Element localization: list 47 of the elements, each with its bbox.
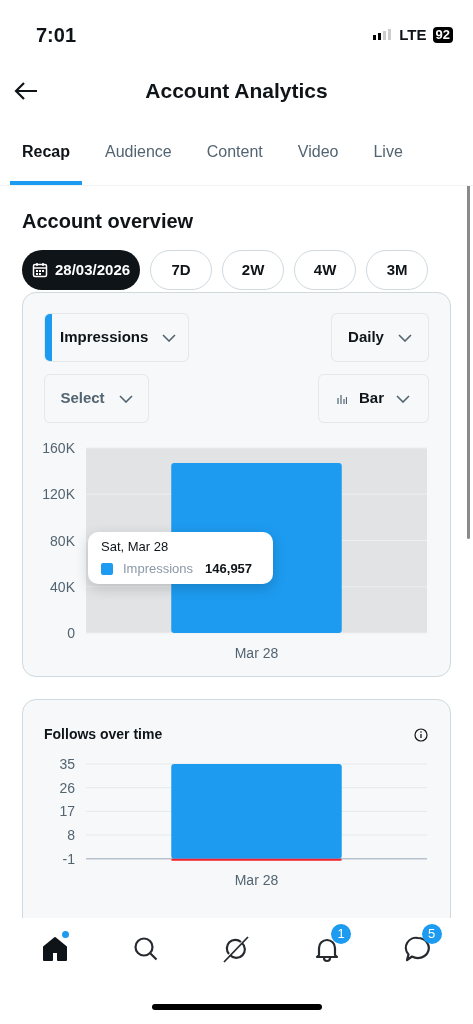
chevron-down-icon (118, 394, 133, 403)
tooltip-series: Impressions (123, 561, 194, 577)
chevron-down-icon (396, 394, 410, 403)
axis-label: 0 (67, 625, 75, 641)
page-title: Account Analytics (144, 78, 329, 105)
axis-label: 26 (59, 779, 75, 796)
range-chip[interactable]: 4W (294, 250, 357, 290)
tab[interactable]: Live (361, 123, 415, 185)
tooltip-date: Sat, Mar 28 (101, 539, 170, 555)
axis-label: 17 (59, 803, 75, 820)
tab[interactable]: Video (285, 123, 351, 185)
chart-type-dropdown[interactable]: Bar (318, 374, 429, 423)
chevron-down-icon (397, 333, 412, 342)
axis-label: -1 (62, 850, 75, 867)
signal-icon (373, 29, 394, 41)
back-button[interactable] (14, 81, 38, 101)
calendar-icon (32, 262, 48, 278)
network-label: LTE (399, 24, 427, 45)
tab[interactable]: Audience (93, 123, 184, 185)
section-title: Account overview (22, 209, 195, 234)
tooltip-value: 146,957 (205, 561, 253, 577)
axis-label: 8 (67, 827, 75, 843)
count-badge: 5 (421, 924, 442, 944)
axis-label: Mar 28 (234, 872, 279, 888)
chevron-down-icon (162, 333, 177, 342)
tab[interactable]: Content (194, 123, 275, 185)
axis-label: 120K (42, 486, 75, 503)
count-badge: 1 (331, 924, 352, 944)
range-chip[interactable]: 28/03/2026 (22, 250, 141, 290)
range-chip[interactable]: 7D (150, 250, 213, 290)
battery-level: 92 (432, 27, 453, 43)
back-arrow-icon (14, 81, 38, 101)
card-title: Follows over time (44, 725, 163, 744)
axis-label: 160K (42, 440, 75, 456)
compare-dropdown[interactable]: Select (44, 374, 149, 423)
range-chip[interactable]: 2W (222, 250, 285, 290)
status-time: 7:01 (36, 23, 77, 48)
range-chip[interactable]: 3M (366, 250, 429, 290)
axis-label: 40K (50, 578, 75, 595)
metric-dropdown[interactable]: Impressions (44, 313, 189, 362)
axis-label: 35 (59, 756, 75, 772)
interval-dropdown[interactable]: Daily (331, 313, 429, 362)
bar-chart-icon (337, 393, 347, 404)
info-icon (414, 727, 428, 742)
tab[interactable]: Recap (10, 123, 83, 185)
axis-label: 80K (50, 532, 75, 549)
axis-label: Mar 28 (234, 645, 279, 661)
